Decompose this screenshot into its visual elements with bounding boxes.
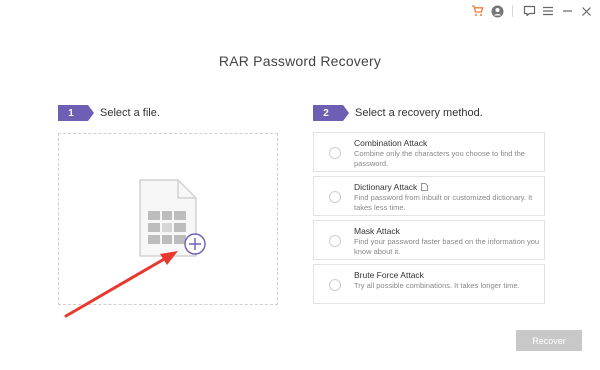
step-2-label: Select a recovery method. — [355, 107, 483, 119]
method-title-row: Dictionary Attack — [354, 182, 429, 192]
cart-icon[interactable] — [469, 3, 485, 19]
radio-mask-attack[interactable] — [329, 235, 341, 247]
menu-icon[interactable] — [540, 3, 556, 19]
file-drop-zone[interactable] — [58, 133, 278, 305]
method-description: Find password from inbuilt or customized… — [354, 193, 533, 212]
title-bar — [0, 0, 600, 22]
method-description: Try all possible combinations. It takes … — [354, 281, 520, 290]
document-icon[interactable] — [421, 183, 429, 191]
rar-file-add-icon[interactable] — [137, 178, 209, 258]
method-description: Combine only the characters you choose t… — [354, 149, 525, 168]
method-title: Mask Attack — [354, 226, 400, 236]
radio-dictionary-attack[interactable] — [329, 191, 341, 203]
account-icon[interactable] — [489, 3, 505, 19]
method-title: Combination Attack — [354, 138, 428, 148]
recover-button[interactable]: Recover — [516, 330, 582, 351]
feedback-icon[interactable] — [521, 3, 537, 19]
method-dictionary-attack[interactable]: Dictionary Attack Find password from inb… — [313, 176, 545, 216]
minimize-icon[interactable] — [559, 3, 575, 19]
method-description: Find your password faster based on the i… — [354, 237, 540, 256]
step-2-badge: 2 — [313, 105, 349, 121]
method-brute-force-attack[interactable]: Brute Force Attack Try all possible comb… — [313, 264, 545, 304]
close-icon[interactable] — [578, 3, 594, 19]
titlebar-separator — [512, 5, 513, 17]
recovery-method-list: Combination Attack Combine only the char… — [313, 132, 545, 308]
step-2-header: 2 Select a recovery method. — [313, 105, 483, 121]
radio-brute-force-attack[interactable] — [329, 279, 341, 291]
method-mask-attack[interactable]: Mask Attack Find your password faster ba… — [313, 220, 545, 260]
radio-combination-attack[interactable] — [329, 147, 341, 159]
step-1-header: 1 Select a file. — [58, 105, 160, 121]
method-title: Brute Force Attack — [354, 270, 424, 280]
step-1-label: Select a file. — [100, 107, 160, 119]
method-title: Dictionary Attack — [354, 182, 418, 192]
step-1-badge: 1 — [58, 105, 94, 121]
method-combination-attack[interactable]: Combination Attack Combine only the char… — [313, 132, 545, 172]
app-title: RAR Password Recovery — [218, 53, 382, 69]
